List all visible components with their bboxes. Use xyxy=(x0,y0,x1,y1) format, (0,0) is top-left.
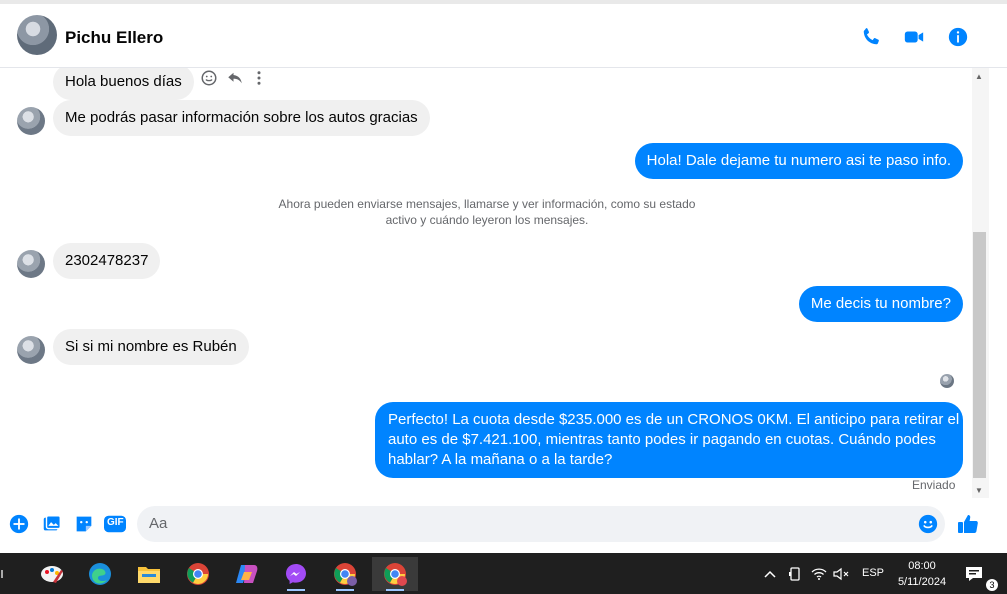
message-text-line: hablar? A la mañana o a la tarde? xyxy=(388,451,613,468)
running-indicator xyxy=(336,589,354,591)
video-camera-icon[interactable] xyxy=(901,24,927,50)
message-actions xyxy=(200,69,266,92)
message-incoming[interactable]: Hola buenos días xyxy=(53,68,194,100)
gif-icon[interactable]: GIF xyxy=(104,513,126,535)
notifications-icon[interactable] xyxy=(960,557,988,591)
gif-label: GIF xyxy=(107,517,124,528)
sender-avatar[interactable] xyxy=(17,336,45,364)
task-view-icon[interactable] xyxy=(0,557,10,591)
emoji-icon[interactable] xyxy=(917,513,939,535)
running-indicator xyxy=(287,589,305,591)
edge-icon[interactable] xyxy=(80,557,120,591)
scrollbar-thumb[interactable] xyxy=(973,232,986,478)
read-receipt-avatar xyxy=(940,374,954,388)
contact-name[interactable]: Pichu Ellero xyxy=(65,28,163,48)
message-text-line: auto es de $7.421.100, mientras tanto po… xyxy=(388,431,936,448)
clock[interactable]: 08:00 5/11/2024 xyxy=(890,558,954,590)
message-incoming[interactable]: 2302478237 xyxy=(53,243,161,279)
message-text-line: Perfecto! La cuota desde $235.000 es de … xyxy=(388,411,960,428)
clock-time: 08:00 xyxy=(908,560,936,572)
messenger-icon[interactable] xyxy=(276,557,316,591)
message-outgoing[interactable]: Perfecto! La cuota desde $235.000 es de … xyxy=(375,402,963,478)
running-indicator xyxy=(386,589,404,591)
chrome-active-icon[interactable] xyxy=(372,557,418,591)
file-explorer-icon[interactable] xyxy=(129,557,169,591)
react-emoji-icon[interactable] xyxy=(200,69,218,92)
system-notice-line: Ahora pueden enviarse mensajes, llamarse… xyxy=(278,197,696,211)
sticker-icon[interactable] xyxy=(73,513,95,535)
message-text: Si si mi nombre es Rubén xyxy=(65,338,237,355)
scroll-up-arrow-icon[interactable]: ▲ xyxy=(975,72,983,81)
paint-icon[interactable] xyxy=(32,557,72,591)
windows-taskbar: ESP 08:00 5/11/2024 xyxy=(0,553,1007,594)
system-notice: Ahora pueden enviarse mensajes, llamarse… xyxy=(272,196,702,228)
chrome-icon[interactable] xyxy=(178,557,218,591)
message-thread: Hola buenos días Me podrás pasar informa… xyxy=(0,68,972,498)
compose-bar: GIF Aa xyxy=(0,498,1007,553)
message-text: Me podrás pasar información sobre los au… xyxy=(65,109,418,126)
contact-avatar[interactable] xyxy=(17,15,57,55)
message-outgoing[interactable]: Me decis tu nombre? xyxy=(798,286,963,322)
device-icon[interactable] xyxy=(785,557,805,591)
sent-status: Enviado xyxy=(912,478,956,492)
chat-header: Pichu Ellero xyxy=(0,0,1007,68)
message-text: Me decis tu nombre? xyxy=(810,295,951,312)
info-icon[interactable] xyxy=(945,24,971,50)
message-outgoing[interactable]: Hola! Dale dejame tu numero asi te paso … xyxy=(634,143,963,179)
more-options-icon[interactable] xyxy=(252,69,266,92)
sender-avatar[interactable] xyxy=(17,250,45,278)
copilot-icon[interactable] xyxy=(227,557,267,591)
phone-icon[interactable] xyxy=(858,24,884,50)
messenger-window: Pichu Ellero Hola buenos días Me podrás … xyxy=(0,0,1007,553)
thumbs-up-icon[interactable] xyxy=(956,513,980,535)
wifi-icon[interactable] xyxy=(808,557,830,591)
scroll-down-arrow-icon[interactable]: ▼ xyxy=(975,486,983,495)
notification-count-badge: 3 xyxy=(986,579,998,591)
message-incoming[interactable]: Si si mi nombre es Rubén xyxy=(53,329,249,365)
message-text: Hola! Dale dejame tu numero asi te paso … xyxy=(646,152,951,169)
chrome-profile-icon[interactable] xyxy=(325,557,365,591)
message-text: Hola buenos días xyxy=(65,73,182,90)
sender-avatar[interactable] xyxy=(17,107,45,135)
message-input[interactable]: Aa xyxy=(137,506,945,542)
system-notice-line: activo y cuándo leyeron los mensajes. xyxy=(385,213,589,227)
chevron-up-icon[interactable] xyxy=(760,557,780,591)
plus-icon[interactable] xyxy=(8,513,30,535)
message-incoming[interactable]: Me podrás pasar información sobre los au… xyxy=(53,100,430,136)
reply-icon[interactable] xyxy=(226,69,244,92)
clock-date: 5/11/2024 xyxy=(897,576,947,588)
photo-icon[interactable] xyxy=(41,513,63,535)
volume-muted-icon[interactable] xyxy=(830,557,852,591)
message-text: 2302478237 xyxy=(65,252,149,269)
message-input-placeholder: Aa xyxy=(149,515,168,532)
language-indicator[interactable]: ESP xyxy=(862,567,884,579)
